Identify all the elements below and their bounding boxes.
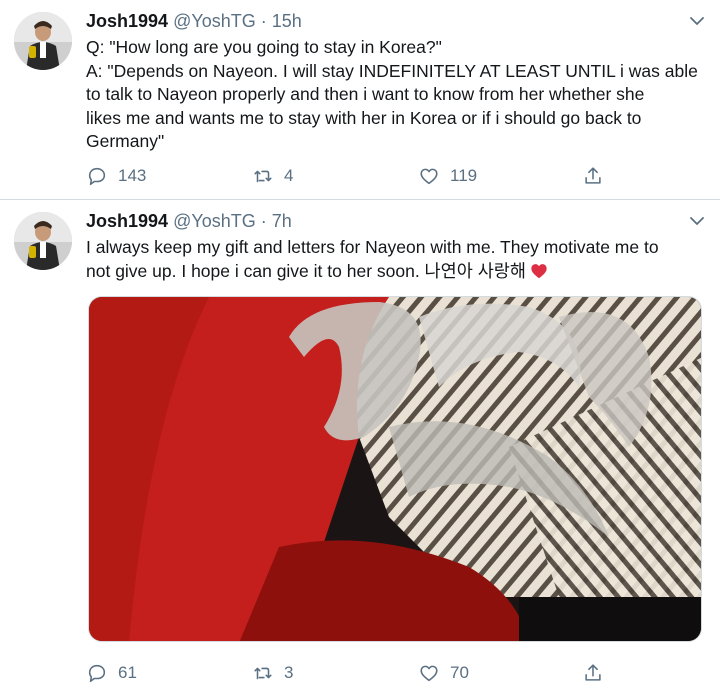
display-name[interactable]: Josh1994: [86, 11, 168, 31]
reply-button[interactable]: 61: [86, 661, 137, 685]
like-count: 70: [450, 663, 469, 682]
tweet-photo[interactable]: [88, 296, 702, 642]
avatar[interactable]: [14, 12, 72, 70]
tweet-text-line: Q: "How long are you going to stay in Ko…: [86, 37, 442, 57]
user-handle[interactable]: @YoshTG: [173, 11, 256, 31]
reply-count: 143: [118, 166, 147, 185]
timestamp[interactable]: 15h: [272, 11, 302, 31]
user-handle[interactable]: @YoshTG: [173, 211, 256, 231]
share-button[interactable]: [582, 661, 614, 685]
tweet-header: Josh1994 @YoshTG · 15h: [86, 10, 706, 34]
tweet-text-line: Germany": [86, 131, 165, 151]
retweet-count: 4: [284, 166, 294, 185]
avatar[interactable]: [14, 212, 72, 270]
retweet-button[interactable]: 4: [252, 164, 293, 188]
tweet-text-line: I always keep my gift and letters for Na…: [86, 237, 659, 257]
tweet-actions: 61 3 70: [86, 661, 626, 685]
retweet-icon: [254, 170, 272, 183]
tweet-text-line: to talk to Nayeon properly and then i wa…: [86, 84, 645, 104]
timestamp[interactable]: 7h: [272, 211, 292, 231]
gift-photo: [89, 297, 701, 641]
tweet-header: Josh1994 @YoshTG · 7h: [86, 210, 706, 234]
chevron-down-icon[interactable]: [688, 212, 706, 230]
like-count: 119: [450, 166, 478, 185]
like-button[interactable]: 70: [418, 661, 469, 685]
tweet-actions: 143 4 119: [86, 164, 626, 188]
tweet[interactable]: Josh1994 @YoshTG · 7h I always keep my g…: [0, 200, 720, 697]
retweet-button[interactable]: 3: [252, 661, 293, 685]
share-button[interactable]: [582, 164, 614, 188]
share-icon: [585, 664, 601, 681]
reply-icon: [88, 664, 106, 683]
tweet-text-line: likes me and wants me to stay with her i…: [86, 107, 642, 128]
like-icon: [420, 665, 438, 682]
retweet-icon: [254, 667, 272, 680]
separator-dot: ·: [260, 211, 267, 231]
tweet-text: Q: "How long are you going to stay in Ko…: [86, 36, 706, 154]
tweet-text-line: not give up. I hope i can give it to her…: [86, 260, 527, 281]
reply-button[interactable]: 143: [86, 164, 146, 188]
share-icon: [585, 167, 601, 184]
display-name[interactable]: Josh1994: [86, 211, 168, 231]
tweet-text-line: A: "Depends on Nayeon. I will stay INDEF…: [86, 60, 698, 81]
tweet-text: I always keep my gift and letters for Na…: [86, 236, 706, 283]
tweet[interactable]: Josh1994 @YoshTG · 15h Q: "How long are …: [0, 0, 720, 200]
separator-dot: ·: [260, 11, 267, 31]
chevron-down-icon[interactable]: [688, 12, 706, 30]
reply-count: 61: [118, 663, 137, 682]
reply-icon: [88, 167, 106, 186]
like-icon: [420, 168, 438, 185]
red-heart-icon: [531, 263, 547, 278]
retweet-count: 3: [284, 663, 294, 682]
like-button[interactable]: 119: [418, 164, 477, 188]
